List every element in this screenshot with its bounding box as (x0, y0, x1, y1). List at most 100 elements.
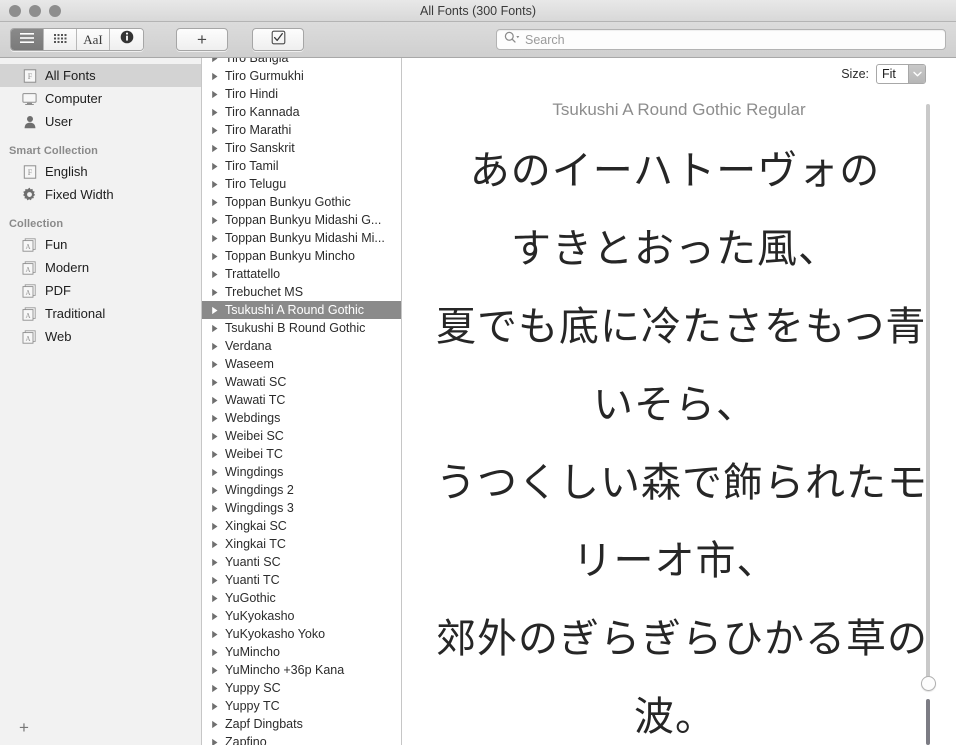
font-list-row[interactable]: Yuanti TC (202, 571, 401, 589)
disclosure-triangle-icon[interactable] (211, 324, 220, 333)
font-list-row[interactable]: YuMincho (202, 643, 401, 661)
list-view-button[interactable] (11, 29, 44, 50)
sidebar-item-traditional[interactable]: A Traditional (0, 302, 201, 325)
font-list-row[interactable]: Wingdings (202, 463, 401, 481)
disclosure-triangle-icon[interactable] (211, 558, 220, 567)
font-list-row[interactable]: Trebuchet MS (202, 283, 401, 301)
font-list-row[interactable]: Tsukushi B Round Gothic (202, 319, 401, 337)
font-list-row[interactable]: Wawati TC (202, 391, 401, 409)
font-list-row[interactable]: Tiro Sanskrit (202, 139, 401, 157)
disclosure-triangle-icon[interactable] (211, 378, 220, 387)
disclosure-triangle-icon[interactable] (211, 306, 220, 315)
disclosure-triangle-icon[interactable] (211, 684, 220, 693)
disclosure-triangle-icon[interactable] (211, 666, 220, 675)
grid-view-button[interactable] (44, 29, 77, 50)
font-list-row[interactable]: Tiro Hindi (202, 85, 401, 103)
font-list-row[interactable]: Wawati SC (202, 373, 401, 391)
sidebar-item-fun[interactable]: A Fun (0, 233, 201, 256)
font-list-row[interactable]: Tiro Kannada (202, 103, 401, 121)
disclosure-triangle-icon[interactable] (211, 126, 220, 135)
font-list-row[interactable]: YuKyokasho (202, 607, 401, 625)
sidebar-item-web[interactable]: A Web (0, 325, 201, 348)
font-list-row[interactable]: Waseem (202, 355, 401, 373)
disclosure-triangle-icon[interactable] (211, 288, 220, 297)
disclosure-triangle-icon[interactable] (211, 108, 220, 117)
disclosure-triangle-icon[interactable] (211, 486, 220, 495)
sidebar-item-pdf[interactable]: A PDF (0, 279, 201, 302)
disclosure-triangle-icon[interactable] (211, 252, 220, 261)
font-list-row[interactable]: Tiro Bangla (202, 58, 401, 67)
font-list-row[interactable]: Tsukushi A Round Gothic (202, 301, 401, 319)
disclosure-triangle-icon[interactable] (211, 90, 220, 99)
font-list-row[interactable]: Webdings (202, 409, 401, 427)
disclosure-triangle-icon[interactable] (211, 270, 220, 279)
disclosure-triangle-icon[interactable] (211, 432, 220, 441)
search-field[interactable]: Search (496, 29, 946, 50)
disclosure-triangle-icon[interactable] (211, 468, 220, 477)
zoom-button[interactable] (49, 4, 61, 17)
disclosure-triangle-icon[interactable] (211, 576, 220, 585)
disclosure-triangle-icon[interactable] (211, 342, 220, 351)
minimize-button[interactable] (29, 4, 41, 17)
disclosure-triangle-icon[interactable] (211, 144, 220, 153)
view-mode-segmented-control[interactable]: AaI (10, 28, 144, 51)
font-list-row[interactable]: Tiro Tamil (202, 157, 401, 175)
sidebar-item-fixed-width[interactable]: Fixed Width (0, 183, 201, 206)
sidebar-item-computer[interactable]: Computer (0, 87, 201, 110)
font-list-row[interactable]: Tiro Telugu (202, 175, 401, 193)
font-list-row[interactable]: Toppan Bunkyu Gothic (202, 193, 401, 211)
font-list-row[interactable]: YuGothic (202, 589, 401, 607)
font-list-row[interactable]: Zapf Dingbats (202, 715, 401, 733)
disclosure-triangle-icon[interactable] (211, 504, 220, 513)
font-list-row[interactable]: Wingdings 3 (202, 499, 401, 517)
disclosure-triangle-icon[interactable] (211, 738, 220, 745)
disclosure-triangle-icon[interactable] (211, 180, 220, 189)
sample-view-button[interactable]: AaI (77, 29, 110, 50)
font-list-panel[interactable]: Tiro Bangla Tiro Gurmukhi Tiro Hindi Tiro K… (202, 58, 402, 745)
font-list-row[interactable]: Tiro Gurmukhi (202, 67, 401, 85)
size-slider[interactable] (921, 104, 936, 745)
disclosure-triangle-icon[interactable] (211, 396, 220, 405)
disclosure-triangle-icon[interactable] (211, 450, 220, 459)
font-list-row[interactable]: Wingdings 2 (202, 481, 401, 499)
font-list-row[interactable]: Zapfino (202, 733, 401, 745)
disclosure-triangle-icon[interactable] (211, 720, 220, 729)
font-list-row[interactable]: Yuanti SC (202, 553, 401, 571)
font-list-row[interactable]: Xingkai SC (202, 517, 401, 535)
disclosure-triangle-icon[interactable] (211, 58, 220, 63)
font-list-row[interactable]: Toppan Bunkyu Midashi G... (202, 211, 401, 229)
font-list-row[interactable]: Toppan Bunkyu Midashi Mi... (202, 229, 401, 247)
font-sample-text[interactable]: あのイーハトーヴォの すきとおった風、 夏でも底に冷たさをもつ青 いそら、 うつくしい森… (402, 124, 956, 745)
close-button[interactable] (9, 4, 21, 17)
add-font-button[interactable]: + (176, 28, 228, 51)
search-icon[interactable] (504, 31, 521, 49)
sidebar-item-all-fonts[interactable]: F All Fonts (0, 64, 201, 87)
font-list-row[interactable]: Trattatello (202, 265, 401, 283)
disclosure-triangle-icon[interactable] (211, 540, 220, 549)
disclosure-triangle-icon[interactable] (211, 234, 220, 243)
font-list-row[interactable]: Yuppy SC (202, 679, 401, 697)
disclosure-triangle-icon[interactable] (211, 414, 220, 423)
sidebar-item-user[interactable]: User (0, 110, 201, 133)
disclosure-triangle-icon[interactable] (211, 522, 220, 531)
sidebar-item-modern[interactable]: A Modern (0, 256, 201, 279)
search-input[interactable]: Search (525, 33, 565, 47)
font-list-row[interactable]: Xingkai TC (202, 535, 401, 553)
disclosure-triangle-icon[interactable] (211, 360, 220, 369)
disclosure-triangle-icon[interactable] (211, 72, 220, 81)
font-list-row[interactable]: Tiro Marathi (202, 121, 401, 139)
disclosure-triangle-icon[interactable] (211, 198, 220, 207)
font-info-button[interactable] (110, 29, 143, 50)
disclosure-triangle-icon[interactable] (211, 612, 220, 621)
font-list-row[interactable]: YuKyokasho Yoko (202, 625, 401, 643)
validate-font-button[interactable] (252, 28, 304, 51)
disclosure-triangle-icon[interactable] (211, 216, 220, 225)
font-list-row[interactable]: Toppan Bunkyu Mincho (202, 247, 401, 265)
disclosure-triangle-icon[interactable] (211, 594, 220, 603)
add-collection-button[interactable]: + (14, 717, 34, 737)
sidebar-item-english[interactable]: F English (0, 160, 201, 183)
disclosure-triangle-icon[interactable] (211, 162, 220, 171)
font-list-row[interactable]: Verdana (202, 337, 401, 355)
font-list-row[interactable]: Yuppy TC (202, 697, 401, 715)
font-list-row[interactable]: Weibei TC (202, 445, 401, 463)
